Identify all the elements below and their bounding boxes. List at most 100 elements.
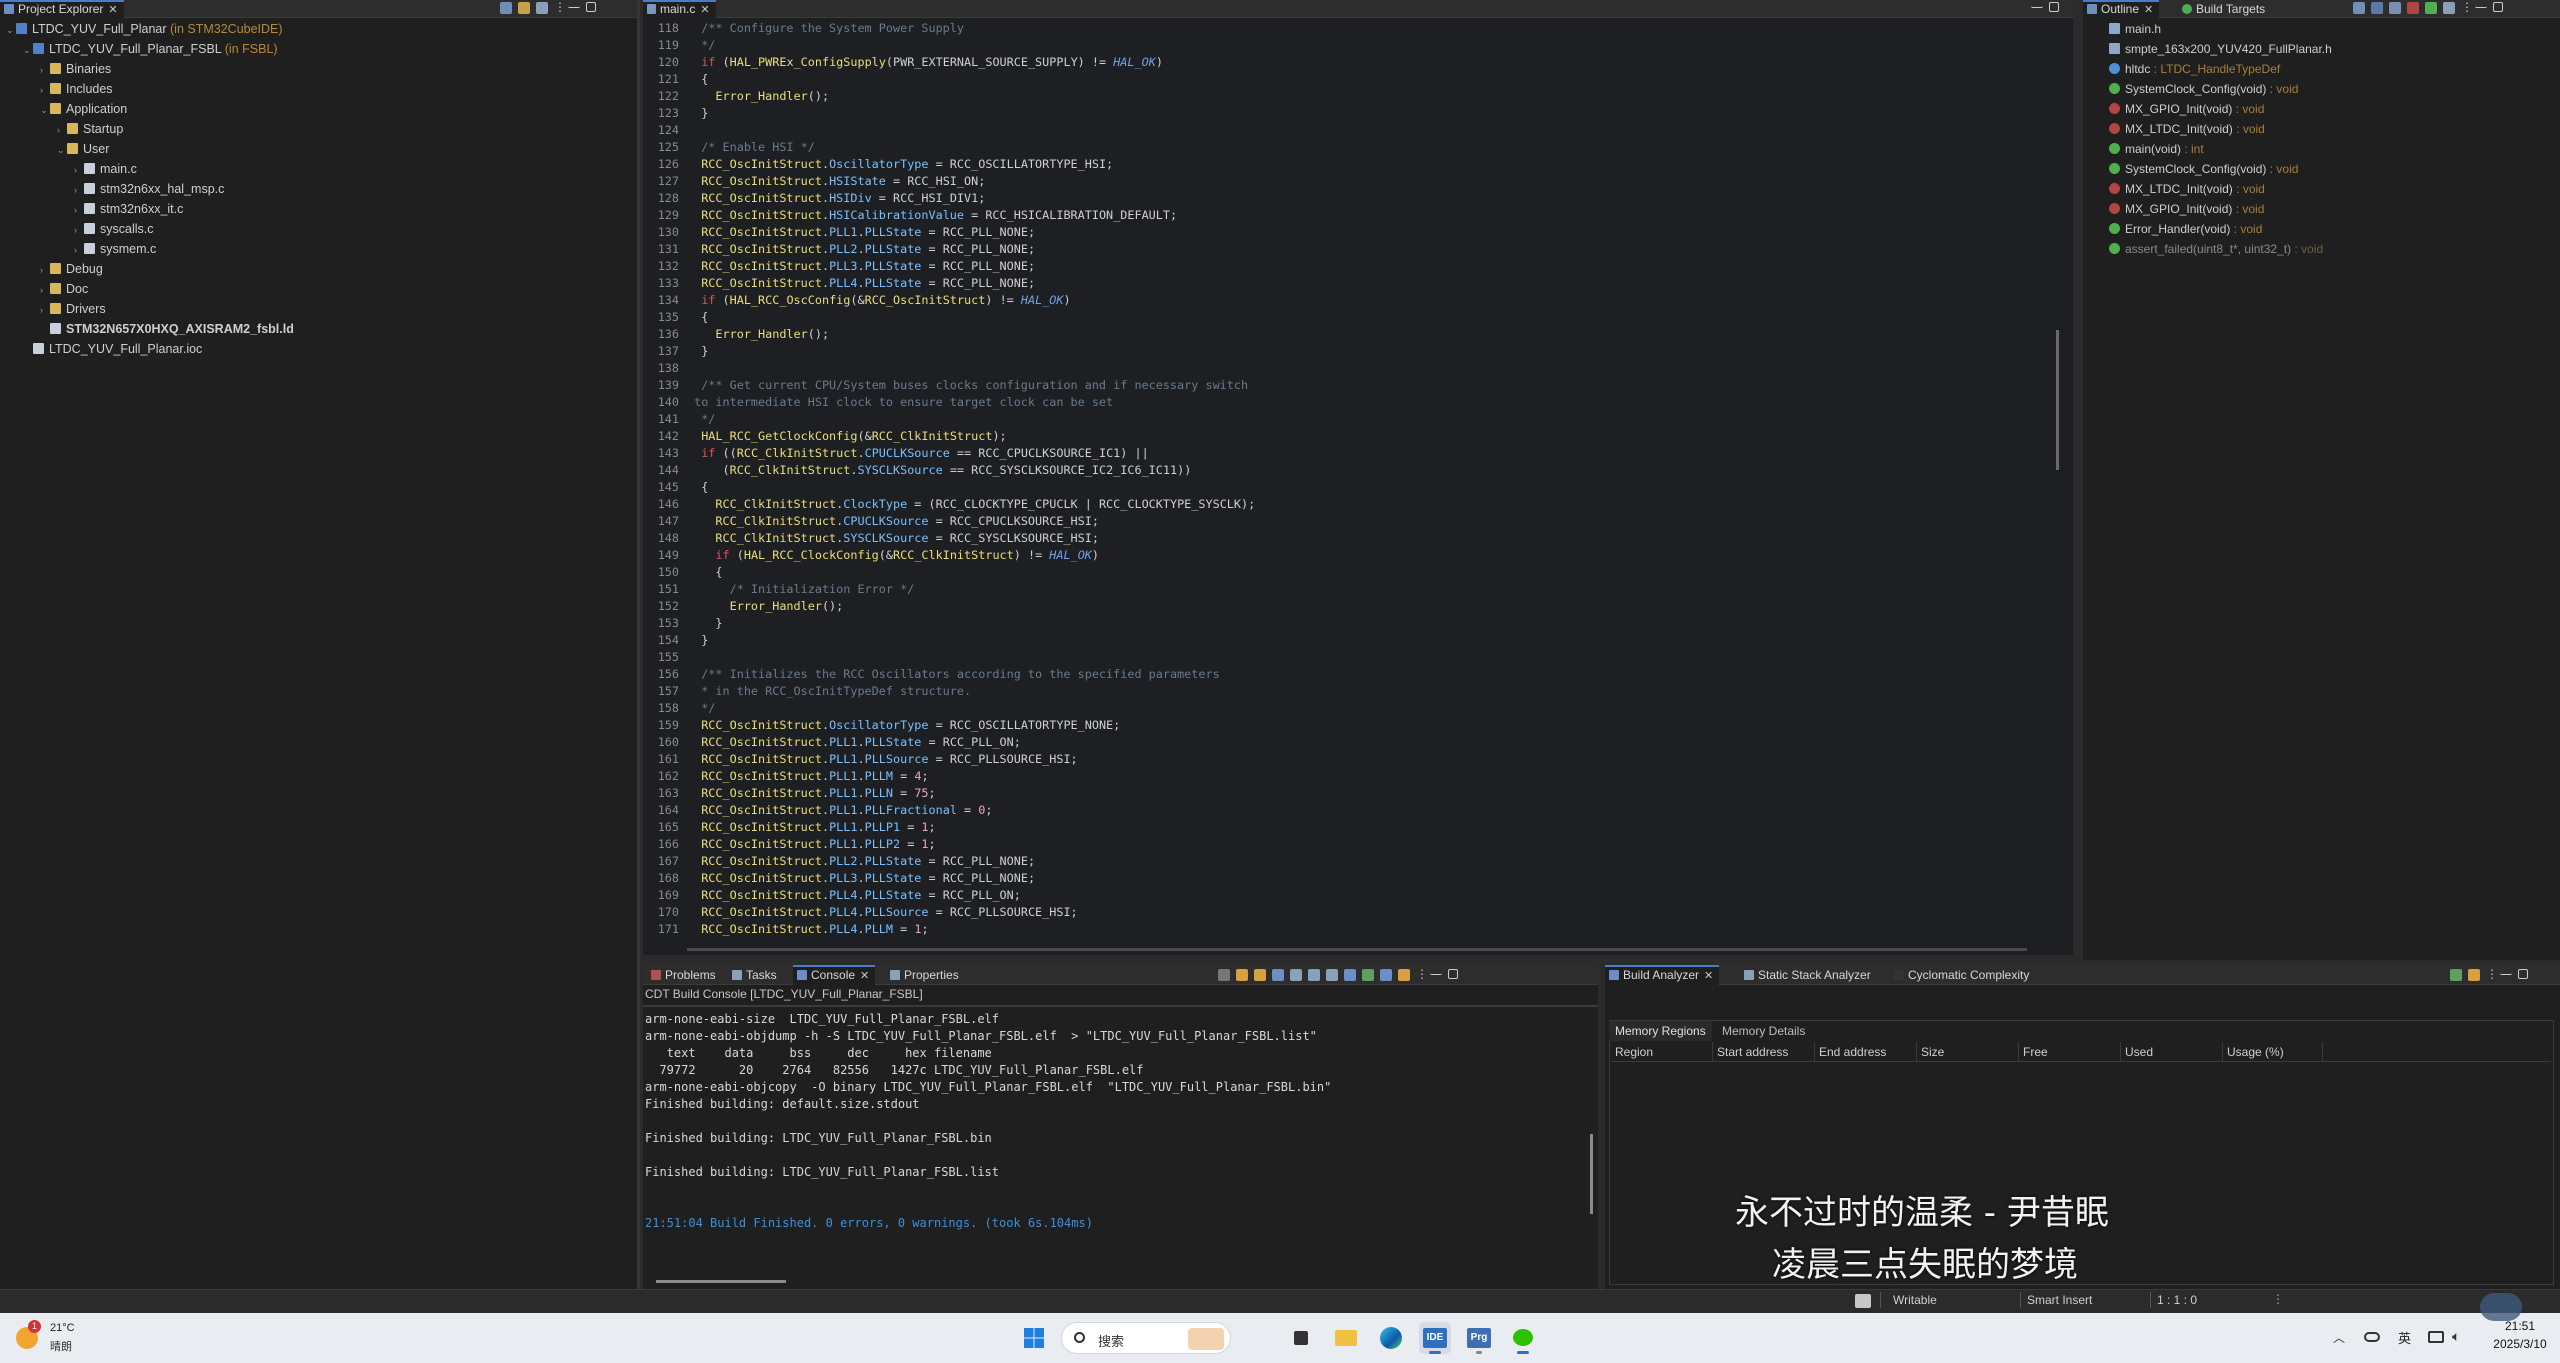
wechat-button[interactable] [1507, 1322, 1539, 1354]
status-menu-icon[interactable]: ⋮ [2272, 1292, 2284, 1306]
clock-date[interactable]: 2025/3/10 [2485, 1337, 2555, 1351]
minimize-icon[interactable] [2031, 2, 2043, 8]
scroll-lock-icon[interactable] [1272, 969, 1284, 981]
outline-item[interactable]: MX_LTDC_Init(void) : void [2109, 179, 2265, 199]
task-view-button[interactable] [1286, 1322, 1318, 1354]
chat-bubble-icon[interactable] [2480, 1293, 2522, 1321]
subtab-memory-regions[interactable]: Memory Regions [1609, 1021, 1712, 1041]
hide-fields-icon[interactable] [2371, 2, 2383, 14]
tab-outline[interactable]: Outline ✕ [2083, 0, 2160, 18]
column-header[interactable]: Used [2121, 1042, 2223, 1062]
chevron-right-icon[interactable]: › [40, 260, 50, 280]
column-header[interactable]: Free [2019, 1042, 2121, 1062]
maximize-icon[interactable] [586, 2, 596, 12]
tab-project-explorer[interactable]: Project Explorer ✕ [0, 0, 124, 18]
tab-console[interactable]: Console ✕ [793, 965, 876, 985]
h-scroll-thumb[interactable] [687, 948, 2027, 951]
maximize-icon[interactable] [1448, 969, 1458, 979]
status-insert-mode[interactable]: Smart Insert [2027, 1293, 2092, 1307]
tree-item[interactable]: › stm32n6xx_it.c [74, 199, 183, 219]
tab-properties[interactable]: Properties [886, 965, 965, 983]
close-icon[interactable]: ✕ [1704, 970, 1713, 982]
chevron-right-icon[interactable]: › [74, 180, 84, 200]
close-icon[interactable]: ✕ [2144, 4, 2153, 16]
code-area[interactable]: /** Configure the System Power Supply */… [687, 20, 2047, 945]
collapse-all-icon[interactable] [500, 2, 512, 14]
pin-console-icon[interactable] [1344, 969, 1356, 981]
column-header[interactable]: End address [1815, 1042, 1917, 1062]
scroll-down-icon[interactable] [1236, 969, 1248, 981]
view-menu-icon[interactable]: ⋮ [1416, 968, 1428, 981]
tab-build-analyzer[interactable]: Build Analyzer ✕ [1605, 965, 1720, 985]
link-editor-icon[interactable] [518, 2, 530, 14]
outline-item[interactable]: Error_Handler(void) : void [2109, 219, 2262, 239]
tab-static-stack-analyzer[interactable]: Static Stack Analyzer [1740, 965, 1877, 983]
column-header[interactable]: Size [1917, 1042, 2019, 1062]
outline-item[interactable]: MX_LTDC_Init(void) : void [2109, 119, 2265, 139]
editor-vertical-scrollbar[interactable] [2053, 20, 2063, 945]
tab-main-c[interactable]: main.c ✕ [643, 0, 716, 18]
chevron-down-icon[interactable]: ⌄ [57, 140, 67, 160]
minimize-icon[interactable] [1430, 969, 1442, 975]
maximize-icon[interactable] [2493, 2, 2503, 12]
file-explorer-button[interactable] [1330, 1322, 1362, 1354]
outline-item[interactable]: assert_failed(uint8_t*, uint32_t) : void [2109, 239, 2323, 259]
clock-time[interactable]: 21:51 [2490, 1319, 2550, 1333]
tree-item[interactable]: › Startup [57, 119, 123, 139]
weather-widget[interactable]: 1 21°C 晴朗 [14, 1319, 124, 1357]
maximize-icon[interactable] [2049, 2, 2059, 12]
tree-item[interactable]: › Doc [40, 279, 88, 299]
sort-icon[interactable] [2353, 2, 2365, 14]
chevron-right-icon[interactable]: › [74, 200, 84, 220]
chevron-right-icon[interactable]: › [40, 80, 50, 100]
sync-icon[interactable] [2468, 969, 2480, 981]
tree-item[interactable]: LTDC_YUV_Full_Planar.ioc [23, 339, 202, 359]
tab-build-targets[interactable]: Build Targets [2178, 0, 2271, 18]
h-scroll-thumb[interactable] [656, 1280, 786, 1283]
chevron-right-icon[interactable]: › [40, 60, 50, 80]
sync-icon[interactable] [2443, 2, 2455, 14]
console-output[interactable]: arm-none-eabi-size LTDC_YUV_Full_Planar_… [645, 1011, 1585, 1281]
subtab-memory-details[interactable]: Memory Details [1716, 1021, 1811, 1041]
chevron-down-icon[interactable]: ⌄ [6, 20, 16, 40]
column-header[interactable]: Start address [1713, 1042, 1815, 1062]
tree-item[interactable]: › Binaries [40, 59, 111, 79]
scroll-thumb[interactable] [2056, 330, 2059, 470]
chevron-down-icon[interactable]: ⌄ [23, 40, 33, 60]
group-icon[interactable] [2425, 2, 2437, 14]
tree-item[interactable]: › Includes [40, 79, 113, 99]
outline-item[interactable]: main.h [2109, 19, 2161, 39]
copy-icon[interactable] [1308, 969, 1320, 981]
open-console-icon[interactable] [1398, 969, 1410, 981]
tree-item[interactable]: STM32N657X0HXQ_AXISRAM2_fsbl.ld [40, 319, 294, 339]
tree-item[interactable]: › Debug [40, 259, 103, 279]
close-icon[interactable]: ✕ [700, 4, 709, 16]
word-wrap-icon[interactable] [1326, 969, 1338, 981]
clear-console-icon[interactable] [1290, 969, 1302, 981]
close-icon[interactable]: ✕ [108, 4, 117, 16]
chevron-right-icon[interactable]: › [74, 160, 84, 180]
stm32cubeide-button[interactable]: IDE [1419, 1322, 1451, 1354]
chevron-right-icon[interactable]: › [74, 220, 84, 240]
minimize-icon[interactable] [2475, 2, 2487, 8]
tray-overflow-icon[interactable]: ︿ [2333, 1329, 2345, 1346]
start-button[interactable] [1018, 1322, 1050, 1354]
editor-horizontal-scrollbar[interactable] [687, 945, 2047, 955]
close-icon[interactable]: ✕ [860, 970, 869, 982]
minimize-icon[interactable] [568, 2, 580, 8]
outline-item[interactable]: SystemClock_Config(void) : void [2109, 159, 2298, 179]
edge-button[interactable] [1375, 1322, 1407, 1354]
console-horizontal-scrollbar[interactable] [651, 1278, 1581, 1286]
console-vertical-scrollbar[interactable] [1585, 1009, 1597, 1269]
view-menu-icon[interactable]: ⋮ [2486, 968, 2498, 981]
tree-item[interactable]: ⌄ LTDC_YUV_Full_Planar_FSBL (in FSBL) [23, 39, 278, 59]
outline-item[interactable]: main(void) : int [2109, 139, 2204, 159]
hide-static-icon[interactable] [2389, 2, 2401, 14]
scroll-thumb[interactable] [1590, 1134, 1593, 1214]
tree-item[interactable]: › sysmem.c [74, 239, 156, 259]
chevron-right-icon[interactable]: › [74, 240, 84, 260]
outline-item[interactable]: MX_GPIO_Init(void) : void [2109, 99, 2264, 119]
minimize-icon[interactable] [2500, 969, 2512, 975]
view-menu-icon[interactable]: ⋮ [2461, 1, 2473, 14]
tab-cyclomatic-complexity[interactable]: Cyclomatic Complexity [1890, 965, 2035, 983]
